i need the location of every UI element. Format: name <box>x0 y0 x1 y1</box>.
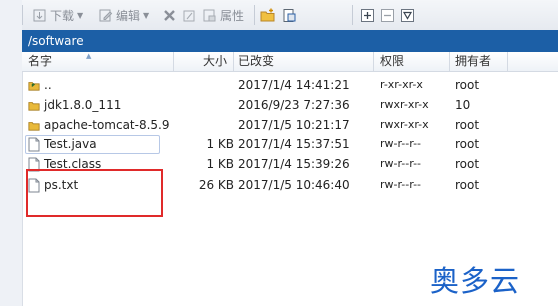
file-permissions: rwxr-xr-x <box>380 118 429 131</box>
column-modified[interactable]: 已改变 <box>234 52 374 71</box>
file-owner: root <box>455 137 480 151</box>
file-modified: 2017/1/4 14:41:21 <box>238 78 350 92</box>
file-row[interactable]: apache-tomcat-8.5.9 2017/1/5 10:21:17 rw… <box>22 115 558 135</box>
rename-button[interactable] <box>182 6 197 24</box>
file-owner: root <box>455 118 480 132</box>
minus-box-icon <box>381 8 394 22</box>
column-size[interactable]: 大小 <box>174 52 234 71</box>
column-name-label: 名字 <box>28 54 53 68</box>
column-header: 名字 ▲ 大小 已改变 权限 拥有者 <box>22 52 558 72</box>
expand-button[interactable] <box>360 6 375 24</box>
file-owner: root <box>455 78 480 92</box>
file-modified: 2016/9/23 7:27:36 <box>238 98 350 112</box>
filter-button[interactable] <box>400 6 415 24</box>
file-modified: 2017/1/5 10:21:17 <box>238 118 350 132</box>
folder-icon <box>28 101 40 111</box>
properties-icon <box>203 9 216 21</box>
file-permissions: rw-r--r-- <box>380 178 422 191</box>
chevron-down-icon[interactable]: ▼ <box>143 11 149 20</box>
parent-folder-icon <box>28 81 40 91</box>
file-name: .. <box>44 78 52 92</box>
current-path[interactable]: /software <box>22 30 558 52</box>
column-permissions-label: 权限 <box>380 54 405 68</box>
column-size-label: 大小 <box>202 54 227 68</box>
toolbar: 下载 ▼ 编辑 ▼ 属性 <box>22 0 558 31</box>
file-row[interactable]: .. 2017/1/4 14:41:21 r-xr-xr-x root <box>22 75 558 95</box>
delete-x-icon <box>164 9 175 21</box>
file-owner: 10 <box>455 98 471 112</box>
folder-icon <box>28 121 40 131</box>
file-modified: 2017/1/4 15:39:26 <box>238 157 350 171</box>
new-file-button[interactable] <box>282 6 297 24</box>
edit-label: 编辑 <box>116 8 141 23</box>
edit-icon <box>99 9 113 21</box>
file-size: 26 KB <box>198 178 234 192</box>
plus-box-icon <box>361 8 374 22</box>
filter-icon <box>401 8 414 22</box>
edit-button[interactable]: 编辑 ▼ <box>98 6 149 24</box>
column-owner[interactable]: 拥有者 <box>450 52 508 71</box>
toolbar-separator <box>22 5 23 25</box>
file-size <box>180 115 234 135</box>
file-permissions: rwxr-xr-x <box>380 98 429 111</box>
download-button[interactable]: 下载 ▼ <box>32 6 83 24</box>
file-name: apache-tomcat-8.5.9 <box>44 118 170 132</box>
column-name[interactable]: 名字 ▲ <box>22 52 174 71</box>
file-name: jdk1.8.0_111 <box>44 98 122 112</box>
column-permissions[interactable]: 权限 <box>374 52 450 71</box>
file-size <box>180 95 234 115</box>
watermark: 奥多云 <box>430 264 521 298</box>
delete-button[interactable] <box>162 6 177 24</box>
chevron-down-icon[interactable]: ▼ <box>77 11 83 20</box>
column-modified-label: 已改变 <box>238 54 275 68</box>
properties-label: 属性 <box>220 8 245 23</box>
file-permissions: r-xr-xr-x <box>380 78 423 91</box>
properties-button[interactable]: 属性 <box>202 6 244 24</box>
new-file-icon <box>283 8 296 22</box>
file-row[interactable]: jdk1.8.0_111 2016/9/23 7:27:36 rwxr-xr-x… <box>22 95 558 115</box>
file-size <box>180 75 234 95</box>
file-permissions: rw-r--r-- <box>380 157 422 170</box>
column-owner-label: 拥有者 <box>455 54 492 68</box>
left-pane-edge <box>0 0 23 306</box>
file-row[interactable]: Test.java 1 KB 2017/1/4 15:37:51 rw-r--r… <box>22 134 558 154</box>
download-label: 下载 <box>50 8 75 23</box>
toolbar-separator <box>352 5 353 25</box>
file-modified: 2017/1/5 10:46:40 <box>238 178 350 192</box>
file-permissions: rw-r--r-- <box>380 137 422 150</box>
file-icon <box>28 137 40 151</box>
file-name: Test.java <box>44 137 97 151</box>
sort-indicator-icon: ▲ <box>86 52 92 60</box>
toolbar-separator <box>254 5 255 25</box>
file-owner: root <box>455 178 480 192</box>
file-size: 1 KB <box>206 157 234 171</box>
download-icon <box>33 9 46 21</box>
file-modified: 2017/1/4 15:37:51 <box>238 137 350 151</box>
file-owner: root <box>455 157 480 171</box>
new-folder-icon <box>260 8 275 21</box>
rename-icon <box>183 10 195 21</box>
file-size: 1 KB <box>206 137 234 151</box>
new-folder-button[interactable] <box>260 6 275 24</box>
collapse-button[interactable] <box>380 6 395 24</box>
highlight-box <box>26 169 163 217</box>
